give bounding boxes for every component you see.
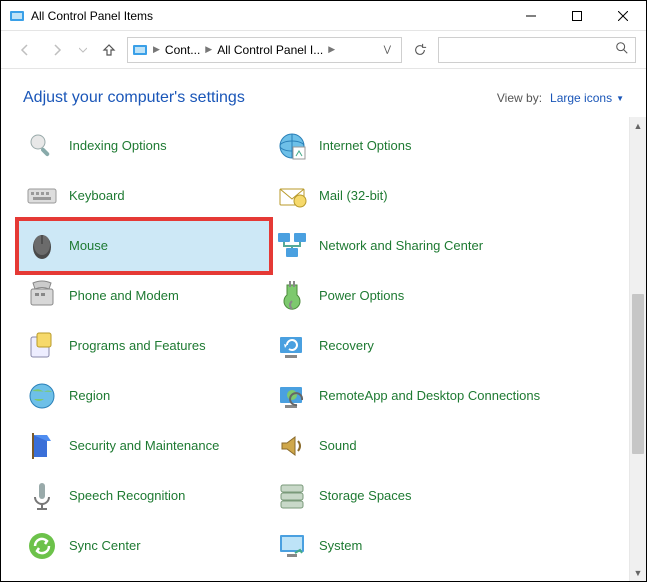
cp-item-remoteapp[interactable]: RemoteApp and Desktop Connections — [269, 371, 589, 421]
cp-item-label: Speech Recognition — [69, 489, 185, 504]
cp-item-label: Indexing Options — [69, 139, 167, 154]
page-title: Adjust your computer's settings — [23, 89, 497, 107]
chevron-right-icon[interactable]: ▶ — [151, 44, 162, 55]
search-box[interactable] — [438, 37, 636, 63]
back-button[interactable] — [11, 36, 39, 64]
cp-item-internet-options[interactable]: Internet Options — [269, 121, 589, 171]
cp-item-label: Storage Spaces — [319, 489, 412, 504]
refresh-button[interactable] — [406, 37, 434, 63]
sync-center-icon — [25, 529, 59, 563]
cp-item-keyboard[interactable]: Keyboard — [19, 171, 269, 221]
cp-item-mouse[interactable]: Mouse — [19, 221, 269, 271]
window-controls — [508, 1, 646, 30]
scroll-down-button[interactable]: ▼ — [630, 564, 646, 581]
titlebar: All Control Panel Items — [1, 1, 646, 31]
cp-item-label: Region — [69, 389, 110, 404]
security-maint-icon — [25, 429, 59, 463]
subheader: Adjust your computer's settings View by:… — [1, 69, 646, 117]
cp-item-label: Programs and Features — [69, 339, 206, 354]
scroll-thumb[interactable] — [632, 294, 644, 454]
cp-item-network-sharing[interactable]: Network and Sharing Center — [269, 221, 589, 271]
address-bar[interactable]: ▶ Cont... ▶ All Control Panel I... ▶ ⋁ — [127, 37, 402, 63]
cp-item-label: Security and Maintenance — [69, 439, 219, 454]
control-panel-icon — [132, 42, 148, 58]
cp-item-region[interactable]: Region — [19, 371, 269, 421]
up-button[interactable] — [95, 36, 123, 64]
cp-item-phone-modem[interactable]: Phone and Modem — [19, 271, 269, 321]
cp-item-label: Network and Sharing Center — [319, 239, 483, 254]
mail-icon — [275, 179, 309, 213]
cp-item-indexing-options[interactable]: Indexing Options — [19, 121, 269, 171]
cp-item-security-maint[interactable]: Security and Maintenance — [19, 421, 269, 471]
cp-item-label: Phone and Modem — [69, 289, 179, 304]
search-input[interactable] — [445, 42, 615, 58]
phone-modem-icon — [25, 279, 59, 313]
speech-icon — [25, 479, 59, 513]
cp-item-label: Sound — [319, 439, 357, 454]
minimize-button[interactable] — [508, 1, 554, 30]
cp-item-label: Mail (32-bit) — [319, 189, 388, 204]
storage-spaces-icon — [275, 479, 309, 513]
network-sharing-icon — [275, 229, 309, 263]
viewby-select[interactable]: Large icons ▼ — [550, 91, 624, 105]
region-icon — [25, 379, 59, 413]
scroll-up-button[interactable]: ▲ — [630, 117, 646, 134]
recent-dropdown-button[interactable] — [75, 36, 91, 64]
cp-item-programs-features[interactable]: Programs and Features — [19, 321, 269, 371]
maximize-button[interactable] — [554, 1, 600, 30]
viewby-label: View by: — [497, 91, 542, 105]
close-button[interactable] — [600, 1, 646, 30]
cp-item-label: Power Options — [319, 289, 404, 304]
scroll-track[interactable] — [630, 134, 646, 564]
window-title: All Control Panel Items — [31, 9, 508, 23]
chevron-right-icon[interactable]: ▶ — [326, 44, 337, 55]
power-options-icon — [275, 279, 309, 313]
system-icon — [275, 529, 309, 563]
programs-features-icon — [25, 329, 59, 363]
cp-item-label: Keyboard — [69, 189, 125, 204]
cp-item-label: Sync Center — [69, 539, 141, 554]
recovery-icon — [275, 329, 309, 363]
forward-button[interactable] — [43, 36, 71, 64]
viewby-value: Large icons — [550, 91, 612, 105]
cp-item-label: Mouse — [69, 239, 108, 254]
address-dropdown-button[interactable]: ⋁ — [378, 44, 397, 55]
cp-item-sync-center[interactable]: Sync Center — [19, 521, 269, 571]
cp-item-recovery[interactable]: Recovery — [269, 321, 589, 371]
window: All Control Panel Items — [0, 0, 647, 582]
chevron-right-icon[interactable]: ▶ — [203, 44, 214, 55]
mouse-icon — [25, 229, 59, 263]
keyboard-icon — [25, 179, 59, 213]
cp-item-speech[interactable]: Speech Recognition — [19, 471, 269, 521]
control-panel-icon — [9, 8, 25, 24]
search-icon[interactable] — [615, 41, 629, 58]
internet-options-icon — [275, 129, 309, 163]
content-area: Indexing Options Internet Options Keyboard… — [1, 117, 646, 581]
cp-item-label: RemoteApp and Desktop Connections — [319, 389, 540, 404]
breadcrumb-seg[interactable]: All Control Panel I... — [217, 43, 323, 57]
indexing-options-icon — [25, 129, 59, 163]
cp-item-label: Recovery — [319, 339, 374, 354]
cp-item-label: Internet Options — [319, 139, 412, 154]
remoteapp-icon — [275, 379, 309, 413]
cp-item-system[interactable]: System — [269, 521, 589, 571]
cp-item-label: System — [319, 539, 362, 554]
nav-row: ▶ Cont... ▶ All Control Panel I... ▶ ⋁ — [1, 31, 646, 69]
breadcrumb-seg[interactable]: Cont... — [165, 43, 200, 57]
items-grid: Indexing Options Internet Options Keyboard… — [1, 117, 629, 581]
cp-item-sound[interactable]: Sound — [269, 421, 589, 471]
vertical-scrollbar[interactable]: ▲ ▼ — [629, 117, 646, 581]
cp-item-mail[interactable]: Mail (32-bit) — [269, 171, 589, 221]
cp-item-storage-spaces[interactable]: Storage Spaces — [269, 471, 589, 521]
cp-item-power-options[interactable]: Power Options — [269, 271, 589, 321]
sound-icon — [275, 429, 309, 463]
chevron-down-icon: ▼ — [616, 94, 624, 103]
